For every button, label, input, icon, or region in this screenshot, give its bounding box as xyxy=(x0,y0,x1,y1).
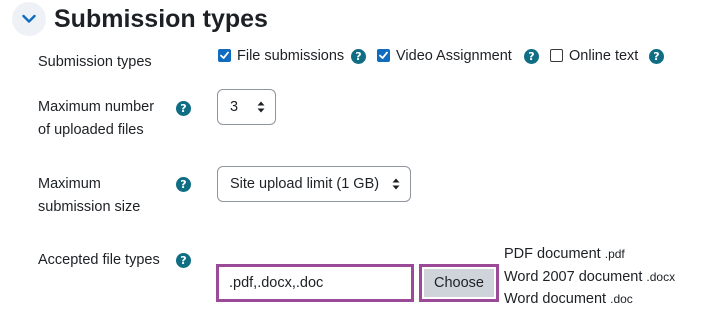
page: Submission types Submission types File s… xyxy=(0,0,705,330)
max-files-label-line2: of uploaded files xyxy=(38,122,144,138)
max-size-value: Site upload limit (1 GB) xyxy=(230,176,380,192)
file-type-name: Word 2007 document xyxy=(504,268,643,285)
file-type-name: PDF document xyxy=(504,246,601,262)
checkmark-icon xyxy=(379,51,388,59)
select-arrows-icon xyxy=(392,178,400,190)
online-text-help-icon[interactable]: ? xyxy=(649,49,664,64)
video-assignment-checkbox[interactable] xyxy=(377,49,390,62)
max-size-select[interactable]: Site upload limit (1 GB) xyxy=(217,166,411,202)
file-type-item: Word 2007 document .docx xyxy=(504,266,675,289)
video-assignment-label: Video Assignment xyxy=(396,48,512,64)
section-title: Submission types xyxy=(54,5,268,33)
max-size-label-line1: Maximum xyxy=(38,176,101,192)
file-submissions-checkbox[interactable] xyxy=(218,49,231,62)
file-type-ext: .pdf xyxy=(604,247,625,261)
max-size-label-line2: submission size xyxy=(38,199,141,215)
max-files-select[interactable]: 3 xyxy=(217,89,276,125)
section-header: Submission types xyxy=(12,2,268,36)
max-size-help-icon[interactable]: ? xyxy=(176,177,191,192)
accepted-types-label: Accepted file types xyxy=(38,252,160,268)
max-files-label-line1: Maximum number xyxy=(38,99,155,115)
file-type-ext: .docx xyxy=(646,269,676,284)
choose-button[interactable]: Choose xyxy=(424,269,494,297)
max-files-help-icon[interactable]: ? xyxy=(176,101,191,116)
video-assignment-help-icon[interactable]: ? xyxy=(524,49,539,64)
accepted-types-list: PDF document .pdf Word 2007 document .do… xyxy=(504,243,675,311)
max-files-value: 3 xyxy=(230,99,239,115)
file-type-name: Word document xyxy=(504,291,607,307)
collapse-section-button[interactable] xyxy=(12,2,46,36)
accepted-types-input[interactable]: .pdf,.docx,.doc xyxy=(216,264,414,302)
file-type-item: Word document .doc xyxy=(504,288,675,311)
file-type-item: PDF document .pdf xyxy=(504,243,675,266)
chevron-down-icon xyxy=(22,14,36,23)
select-arrows-icon xyxy=(257,101,265,113)
submission-types-label: Submission types xyxy=(38,54,152,70)
choose-button-outline: Choose xyxy=(419,264,499,302)
online-text-label: Online text xyxy=(569,48,639,64)
file-submissions-label: File submissions xyxy=(237,48,345,64)
checkmark-icon xyxy=(220,51,229,59)
online-text-checkbox[interactable] xyxy=(550,49,563,62)
file-type-ext: .doc xyxy=(610,292,633,306)
file-submissions-help-icon[interactable]: ? xyxy=(351,49,366,64)
accepted-types-help-icon[interactable]: ? xyxy=(176,253,191,268)
